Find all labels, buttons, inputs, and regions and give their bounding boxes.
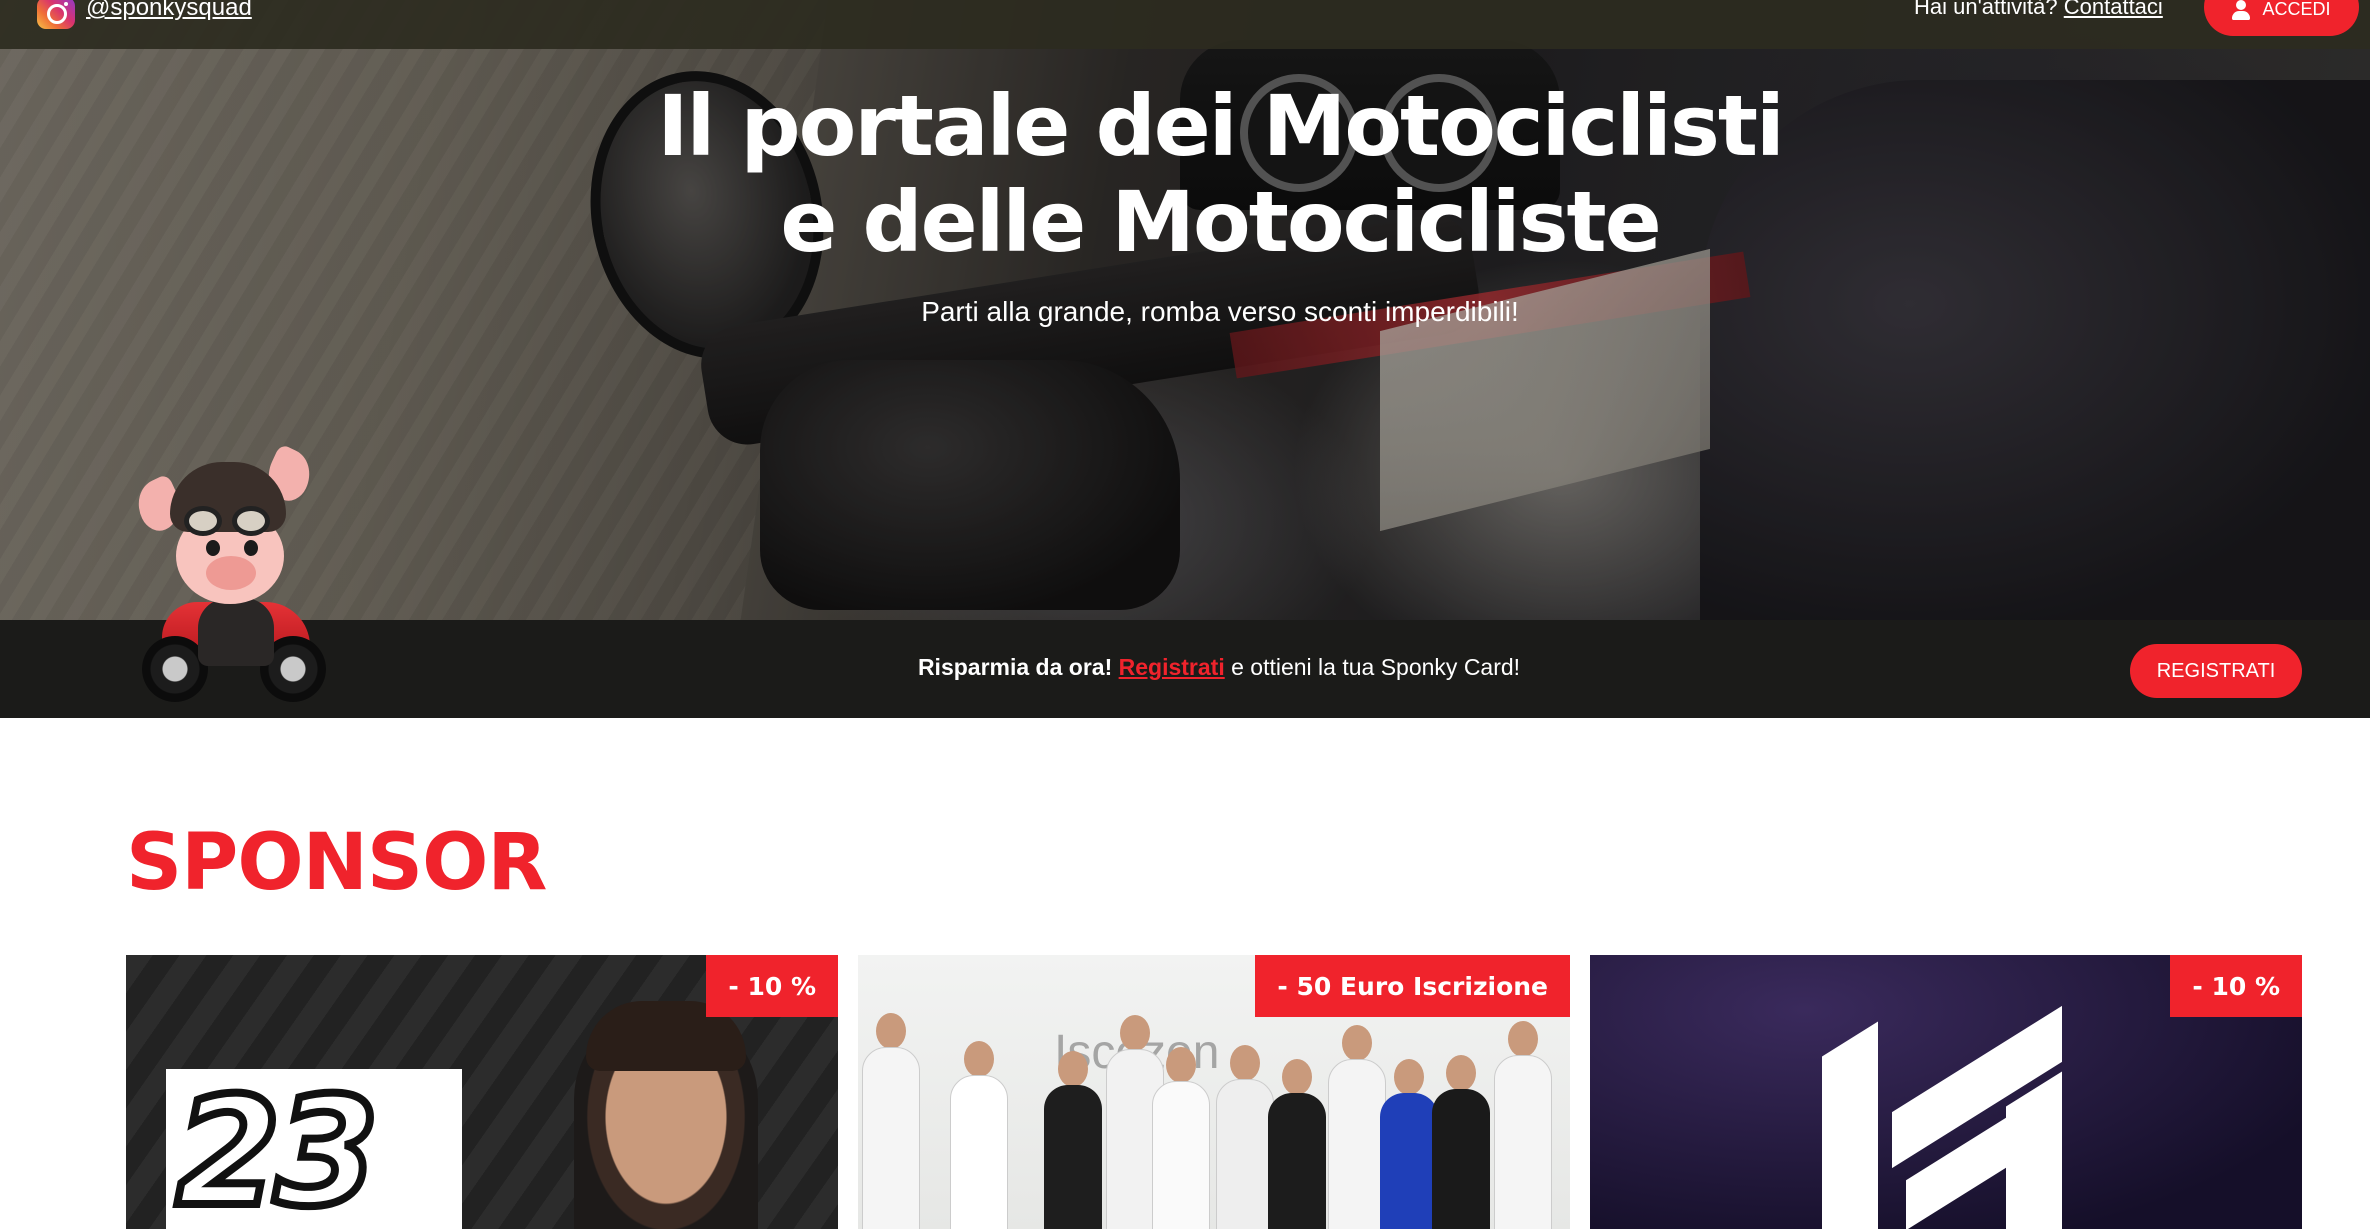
login-button[interactable]: ACCEDI: [2204, 0, 2359, 36]
team-head: [1342, 1025, 1372, 1061]
team-head: [1230, 1045, 1260, 1081]
team-member: [862, 1047, 920, 1229]
team-member: [1328, 1059, 1386, 1229]
promo-text: Risparmia da ora! Registrati e ottieni l…: [0, 654, 2370, 681]
cropped-logo-edge: [0, 14, 10, 36]
user-icon: [2232, 0, 2251, 20]
logo-stroke: [2006, 1071, 2062, 1229]
team-head: [1394, 1059, 1424, 1095]
sponsor-heading: SPONSOR: [126, 818, 547, 908]
top-bar: @sponkysquad Hai un'attività? Contattaci…: [0, 0, 2370, 49]
sponsor-card-1[interactable]: 23 - 10 %: [126, 955, 838, 1229]
register-link[interactable]: Registrati: [1119, 654, 1225, 680]
sponsor-3-logo: [1822, 1005, 2070, 1229]
team-member: [1380, 1093, 1438, 1229]
mascot-eye-right: [244, 540, 258, 556]
team-member: [950, 1075, 1008, 1229]
login-label: ACCEDI: [2262, 0, 2331, 19]
hero-subtitle: Parti alla grande, romba verso sconti im…: [921, 296, 1519, 327]
team-member: [1152, 1081, 1210, 1229]
team-head: [964, 1041, 994, 1077]
hero-title-line1: Il portale dei Motociclisti: [657, 77, 1785, 175]
mascot-goggle-left: [184, 506, 222, 536]
team-member: [1268, 1093, 1326, 1229]
sponsor-card-3[interactable]: - 10 %: [1590, 955, 2302, 1229]
mascot-eye-left: [206, 540, 220, 556]
contact-link[interactable]: Contattaci: [2064, 0, 2163, 19]
instagram-icon[interactable]: [37, 0, 75, 29]
promo-strong-text: Risparmia da ora!: [917, 654, 1113, 680]
team-head: [876, 1013, 906, 1049]
team-head: [1508, 1021, 1538, 1057]
team-member: [1432, 1089, 1490, 1229]
discount-badge: - 10 %: [2170, 955, 2302, 1017]
mascot-jacket: [198, 598, 274, 666]
team-head: [1282, 1059, 1312, 1095]
mascot-snout: [206, 556, 256, 590]
promo-rest-text: e ottieni la tua Sponky Card!: [1224, 654, 1521, 680]
business-contact: Hai un'attività? Contattaci: [1914, 0, 2163, 20]
hero-title-line2: e delle Motocicliste: [780, 173, 1661, 271]
discount-badge: - 50 Euro Iscrizione: [1255, 955, 1570, 1017]
team-head: [1058, 1051, 1088, 1087]
business-question-text: Hai un'attività?: [1914, 0, 2058, 19]
team-member: [1216, 1079, 1274, 1229]
sponsor-card-2[interactable]: Iscozen - 50 Euro Iscrizione: [858, 955, 1570, 1229]
logo-stroke: [1822, 1021, 1878, 1229]
team-member: [1044, 1085, 1102, 1229]
sponsor-1-logo-number: 23: [172, 1066, 383, 1229]
team-member: [1494, 1055, 1552, 1229]
register-button[interactable]: REGISTRATI: [2130, 644, 2302, 698]
mascot-goggle-right: [232, 506, 270, 536]
sponsor-1-logo: 23: [166, 1069, 462, 1229]
instagram-handle-link[interactable]: @sponkysquad: [86, 0, 252, 22]
promo-strip: Risparmia da ora! Registrati e ottieni l…: [0, 620, 2370, 718]
hero-title: Il portale dei Motociclisti e delle Moto…: [560, 78, 1880, 270]
team-head: [1166, 1047, 1196, 1083]
team-head: [1120, 1015, 1150, 1051]
hero-banner: Il portale dei Motociclisti e delle Moto…: [0, 0, 2370, 620]
mascot-pig-biker: [128, 440, 328, 702]
team-head: [1446, 1055, 1476, 1091]
discount-badge: - 10 %: [706, 955, 838, 1017]
